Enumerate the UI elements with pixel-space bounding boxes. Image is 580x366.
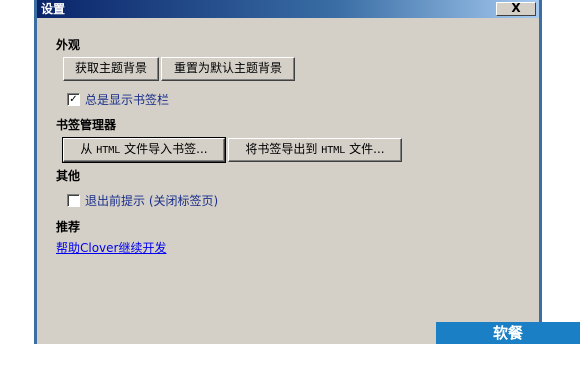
ruancan-watermark: 软餐 ruancan.com	[436, 322, 580, 364]
window-title: 设置	[41, 2, 66, 16]
import-bookmarks-button[interactable]: 从 HTML 文件导入书签...	[62, 137, 226, 163]
export-bookmarks-button[interactable]: 将书签导出到 HTML 文件...	[228, 138, 402, 162]
prompt-before-exit-option[interactable]: 退出前提示 (关闭标签页)	[67, 192, 218, 209]
get-theme-background-button[interactable]: 获取主题背景	[63, 57, 159, 81]
export-prefix: 将书签导出到	[245, 142, 322, 156]
close-icon: X	[511, 1, 521, 15]
reset-theme-background-label: 重置为默认主题背景	[173, 61, 282, 75]
title-bar: 设置 X	[37, 0, 539, 18]
reset-theme-background-button[interactable]: 重置为默认主题背景	[161, 57, 295, 81]
help-clover-link[interactable]: 帮助Clover继续开发	[56, 239, 166, 256]
export-html-label: HTML	[321, 145, 346, 156]
bookmark-manager-section-title: 书签管理器	[56, 118, 117, 132]
appearance-section-title: 外观	[56, 38, 81, 52]
show-bookmarks-bar-label: 总是显示书签栏	[85, 93, 170, 107]
show-bookmarks-bar-option[interactable]: ✓ 总是显示书签栏	[67, 91, 169, 108]
export-suffix: 文件...	[345, 142, 385, 156]
import-suffix: 文件导入书签...	[120, 142, 208, 156]
other-section-title: 其他	[56, 169, 81, 183]
settings-dialog: 设置 X 外观 获取主题背景 重置为默认主题背景 ✓ 总是显示书签栏 书签管理器…	[34, 0, 542, 344]
show-bookmarks-bar-checkbox[interactable]: ✓	[67, 93, 80, 106]
import-prefix: 从	[80, 142, 97, 156]
recommend-section-title: 推荐	[56, 220, 81, 234]
get-theme-background-label: 获取主题背景	[74, 61, 147, 75]
prompt-before-exit-checkbox[interactable]	[67, 194, 80, 207]
prompt-before-exit-label: 退出前提示 (关闭标签页)	[85, 194, 219, 208]
import-html-label: HTML	[96, 145, 121, 156]
close-button[interactable]: X	[496, 2, 536, 16]
